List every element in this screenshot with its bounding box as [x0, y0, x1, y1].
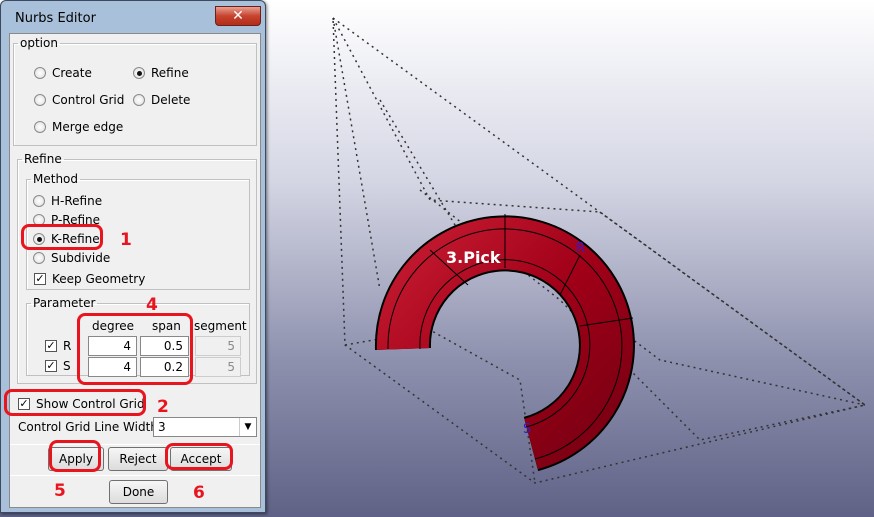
option-label: Create	[52, 66, 92, 80]
method-label: Subdivide	[51, 251, 111, 265]
option-label: Refine	[151, 66, 189, 80]
line-width-value: 3	[158, 420, 166, 434]
line-width-label: Control Grid Line Width:	[18, 420, 162, 434]
option-refine[interactable]: Refine	[133, 66, 189, 80]
keep-geometry-checkbox[interactable]: ✓ Keep Geometry	[34, 272, 145, 286]
option-delete[interactable]: Delete	[133, 93, 190, 107]
radio-icon	[34, 94, 46, 106]
option-control-grid[interactable]: Control Grid	[34, 93, 124, 107]
option-label: Control Grid	[52, 93, 125, 107]
checkmark-icon: ✓	[45, 339, 57, 352]
annotation-box-4	[77, 313, 193, 385]
radio-icon	[33, 195, 45, 207]
annotation-5: 5	[54, 481, 66, 501]
method-subdivide[interactable]: Subdivide	[33, 251, 110, 265]
method-legend: Method	[33, 172, 79, 186]
radio-selected-icon	[133, 67, 145, 79]
radio-icon	[34, 67, 46, 79]
keep-geometry-label: Keep Geometry	[52, 272, 146, 286]
annotation-6: 6	[193, 483, 205, 503]
option-merge-edge[interactable]: Merge edge	[34, 120, 123, 134]
label-s: S	[523, 422, 531, 437]
annotation-box-5	[49, 440, 101, 472]
option-legend: option	[20, 36, 58, 50]
annotation-2: 2	[157, 397, 169, 417]
method-label: H-Refine	[51, 194, 103, 208]
refine-legend: Refine	[24, 152, 62, 166]
done-button[interactable]: Done	[109, 480, 168, 504]
option-create[interactable]: Create	[34, 66, 92, 80]
row-label: R	[63, 339, 72, 353]
chevron-down-icon[interactable]: ▼	[239, 418, 256, 436]
annotation-box-6	[165, 443, 233, 470]
param-s-checkbox[interactable]: ✓ S	[45, 359, 71, 373]
nurbs-editor-dialog: Nurbs Editor ✕ option Create Refine Cont…	[0, 0, 266, 513]
checkmark-icon: ✓	[34, 272, 46, 285]
reject-button[interactable]: Reject	[108, 447, 168, 471]
option-label: Delete	[151, 93, 191, 107]
param-r-checkbox[interactable]: ✓ R	[45, 339, 71, 353]
dialog-client: option Create Refine Control Grid Delete…	[9, 33, 261, 508]
annotation-box-2	[4, 389, 146, 416]
option-label: Merge edge	[52, 120, 124, 134]
label-r: R	[576, 241, 585, 256]
parameter-legend: Parameter	[33, 296, 96, 310]
radio-icon	[33, 252, 45, 264]
pick-annotation: 3.Pick	[446, 248, 501, 267]
radio-icon	[133, 94, 145, 106]
annotation-1: 1	[120, 230, 132, 250]
close-button[interactable]: ✕	[215, 6, 261, 26]
checkmark-icon: ✓	[45, 359, 57, 372]
annotation-box-1	[21, 224, 103, 250]
r-segment-input: 5	[195, 336, 241, 356]
annotation-4: 4	[146, 295, 158, 315]
line-width-select[interactable]: 3 ▼	[153, 417, 257, 437]
col-segment: segment	[194, 319, 247, 333]
divider	[10, 475, 260, 476]
s-segment-input: 5	[195, 357, 241, 377]
dialog-title: Nurbs Editor	[15, 11, 96, 26]
row-label: S	[63, 359, 71, 373]
method-h-refine[interactable]: H-Refine	[33, 194, 102, 208]
radio-icon	[34, 121, 46, 133]
